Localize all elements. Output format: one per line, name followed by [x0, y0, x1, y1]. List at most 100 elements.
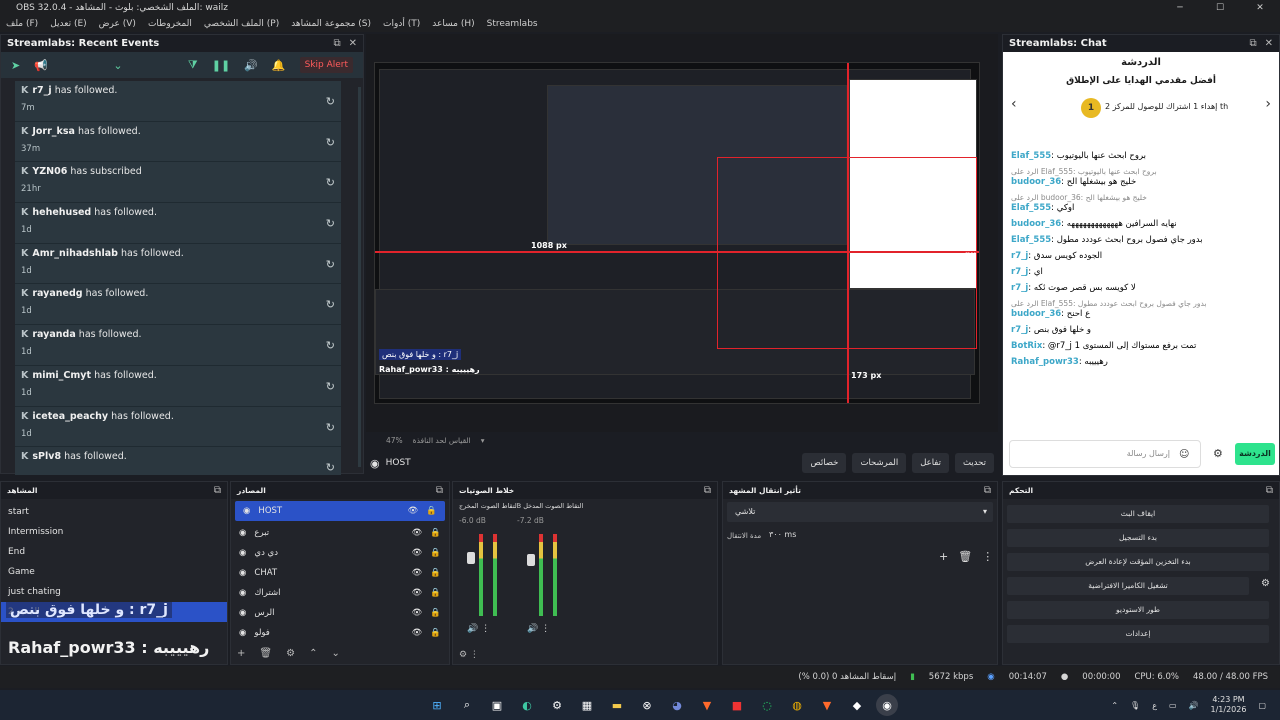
float-icon[interactable]: ⧉	[984, 485, 991, 496]
studio-mode-button[interactable]: طور الاستوديو	[1007, 601, 1269, 619]
refresh-button[interactable]: تحديث	[954, 453, 994, 473]
network-icon[interactable]: ▭	[1169, 701, 1177, 710]
close-icon[interactable]: ✕	[1265, 38, 1273, 49]
lock-icon[interactable]: 🔒	[430, 608, 441, 618]
discord-icon[interactable]: ◕	[666, 694, 688, 716]
menu-item[interactable]: مجموعة المشاهد (S)	[291, 19, 371, 29]
transition-select[interactable]: تلاشي ▾	[727, 502, 993, 522]
chat-user[interactable]: r7_j	[1011, 283, 1028, 293]
settings-button[interactable]: إعدادات	[1007, 625, 1269, 643]
eye-icon[interactable]: 👁	[412, 528, 423, 538]
language-indicator[interactable]: ع	[1152, 701, 1157, 710]
chat-user[interactable]: budoor_36	[1011, 309, 1061, 319]
arrow-down-icon[interactable]: ⌄	[331, 648, 339, 659]
chat-user[interactable]: r7_j	[1011, 325, 1028, 335]
eye-icon[interactable]: 👁	[412, 568, 423, 578]
eye-icon[interactable]: 👁	[412, 608, 423, 618]
scene-item[interactable]: End	[1, 542, 227, 562]
add-icon[interactable]: +	[939, 550, 948, 563]
preview-canvas[interactable]: 299 px 1088 px 21 px 173 px و خلها فوق ب…	[366, 34, 998, 432]
event-user[interactable]: Jorr_ksa	[32, 126, 75, 137]
filter-icon[interactable]: ⧩	[188, 58, 198, 72]
source-item[interactable]: ◉ HOST 👁 🔒	[235, 501, 445, 521]
event-user[interactable]: mimi_Cmyt	[32, 370, 91, 381]
float-icon[interactable]: ⧉	[1266, 485, 1273, 496]
chat-user[interactable]: Elaf_555	[1011, 151, 1051, 161]
add-icon[interactable]: +	[237, 648, 245, 659]
chat-send-button[interactable]: الدردشة	[1235, 443, 1275, 465]
chat-user[interactable]: BotRix	[1011, 341, 1042, 351]
float-icon[interactable]: ⧉	[436, 485, 443, 496]
eye-icon[interactable]: 👁	[412, 548, 423, 558]
event-user[interactable]: icetea_peachy	[32, 411, 108, 422]
folder-icon[interactable]: ▬	[606, 694, 628, 716]
steam-icon[interactable]: ⚙	[546, 694, 568, 716]
more-icon[interactable]: ⋮	[982, 550, 993, 563]
filters-button[interactable]: المرشحات	[852, 453, 907, 473]
replay-icon[interactable]: ↻	[326, 136, 335, 149]
trash-icon[interactable]: 🗑	[958, 550, 972, 563]
mic-icon[interactable]: 🎙	[1130, 701, 1140, 710]
eye-icon[interactable]: 👁	[412, 588, 423, 598]
stop-stream-button[interactable]: ايقاف البث	[1007, 505, 1269, 523]
obs-icon[interactable]: ◉	[876, 694, 898, 716]
minimize-button[interactable]: ─	[1160, 3, 1200, 13]
chat-user[interactable]: Rahaf_powr33	[1011, 357, 1079, 367]
menu-item[interactable]: أدوات (T)	[383, 19, 420, 29]
scrollbar[interactable]	[358, 87, 361, 467]
task-view-icon[interactable]: ▣	[486, 694, 508, 716]
event-user[interactable]: r7_j	[32, 85, 51, 96]
lock-icon[interactable]: 🔒	[426, 506, 437, 516]
replay-icon[interactable]: ↻	[326, 380, 335, 393]
speaker-icon[interactable]: 🔊 ⋮	[527, 624, 550, 634]
start-recording-button[interactable]: بدء التسجيل	[1007, 529, 1269, 547]
gear-icon[interactable]: ⚙	[1261, 578, 1270, 589]
notification-icon[interactable]: ▢	[1258, 701, 1266, 710]
eye-icon[interactable]: 👁	[408, 506, 419, 516]
lock-icon[interactable]: 🔒	[430, 528, 441, 538]
event-user[interactable]: Amr_nihadshlab	[32, 248, 118, 259]
menu-item[interactable]: مساعد (H)	[432, 19, 474, 29]
close-button[interactable]: ✕	[1240, 3, 1280, 13]
chevron-right-icon[interactable]: ›	[1265, 96, 1271, 112]
brave-icon[interactable]: ▼	[696, 694, 718, 716]
event-user[interactable]: rayanedg	[32, 288, 82, 299]
event-user[interactable]: sPlv8	[32, 451, 61, 462]
maximize-button[interactable]: ☐	[1200, 3, 1240, 13]
event-user[interactable]: YZN06	[32, 166, 67, 177]
zoom-level[interactable]: 47%	[386, 436, 403, 445]
float-icon[interactable]: ⧉	[214, 485, 221, 496]
megaphone-icon[interactable]: 📢	[34, 59, 48, 72]
scene-item[interactable]: start	[1, 502, 227, 522]
menu-item[interactable]: الملف الشخصي (P)	[204, 19, 279, 29]
app-icon[interactable]: ■	[726, 694, 748, 716]
trash-icon[interactable]: 🗑	[259, 648, 272, 659]
scene-item[interactable]: Intermission	[1, 522, 227, 542]
source-item[interactable]: ◉ CHAT 👁 🔒	[231, 563, 449, 583]
replay-icon[interactable]: ↻	[326, 258, 335, 271]
volume-slider[interactable]	[527, 554, 535, 566]
pause-icon[interactable]: ❚❚	[212, 59, 230, 72]
send-icon[interactable]: ➤	[11, 59, 20, 72]
chat-user[interactable]: Elaf_555	[1011, 235, 1051, 245]
menu-item[interactable]: تعديل (E)	[50, 19, 86, 29]
chevron-down-icon[interactable]: ⌄	[113, 59, 122, 72]
duration-input[interactable]: ٣٠٠ ms	[763, 526, 989, 544]
arrow-up-icon[interactable]: ⌃	[309, 648, 317, 659]
source-item[interactable]: ◉ تبرع 👁 🔒	[231, 523, 449, 543]
chat-user[interactable]: r7_j	[1011, 251, 1028, 261]
replay-icon[interactable]: ↻	[326, 217, 335, 230]
epic-icon[interactable]: ◆	[846, 694, 868, 716]
menu-item[interactable]: المخروطات	[148, 19, 192, 29]
clock[interactable]: 4:23 PM 1/1/2026	[1211, 695, 1247, 716]
source-item[interactable]: ◉ فولو 👁 🔒	[231, 623, 449, 643]
skip-alert-button[interactable]: Skip Alert	[299, 57, 354, 73]
lock-icon[interactable]: 🔒	[430, 628, 441, 638]
emoji-icon[interactable]: ☺	[1179, 449, 1189, 460]
chat-user[interactable]: Elaf_555	[1011, 203, 1051, 213]
eye-icon[interactable]: 👁	[412, 628, 423, 638]
source-item[interactable]: ◉ دي دي 👁 🔒	[231, 543, 449, 563]
windows-start-icon[interactable]: ⊞	[426, 694, 448, 716]
chrome-icon[interactable]: ◍	[786, 694, 808, 716]
start-replay-buffer-button[interactable]: بدء التخزين المؤقت لإعادة العرض	[1007, 553, 1269, 571]
